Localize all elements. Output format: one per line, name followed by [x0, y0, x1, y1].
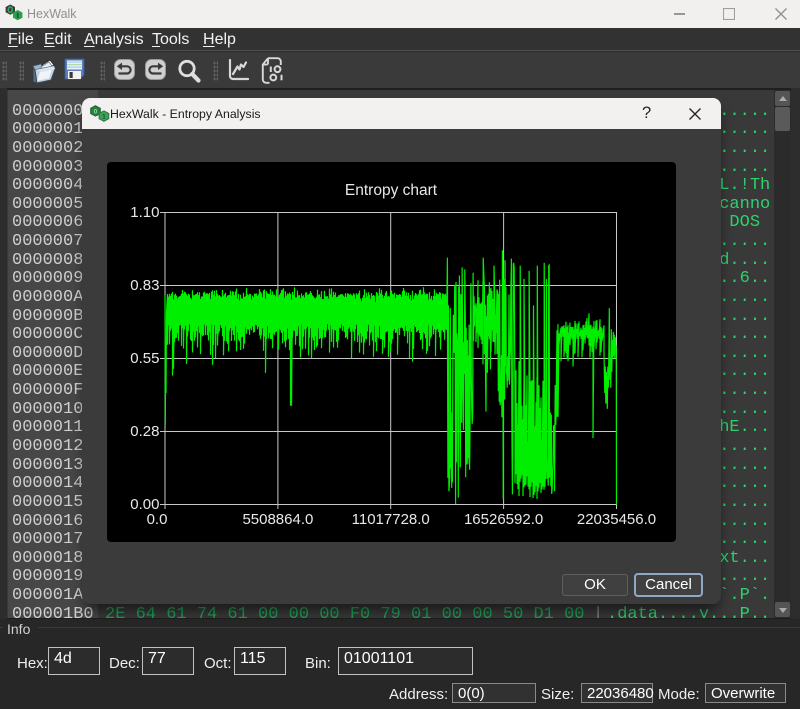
svg-text:Entropy chart: Entropy chart [345, 182, 438, 199]
svg-text:5508864.0: 5508864.0 [242, 511, 313, 528]
svg-text:0.83: 0.83 [130, 277, 159, 294]
svg-text:0.28: 0.28 [130, 423, 159, 440]
svg-text:16526592.0: 16526592.0 [464, 511, 543, 528]
svg-text:0.0: 0.0 [147, 511, 168, 528]
svg-text:11017728.0: 11017728.0 [352, 511, 430, 528]
svg-text:1.10: 1.10 [130, 204, 159, 221]
svg-text:0.55: 0.55 [130, 350, 159, 367]
svg-text:0: 0 [94, 109, 98, 116]
svg-text:22035456.0: 22035456.0 [577, 511, 656, 528]
svg-text:1: 1 [102, 114, 106, 121]
